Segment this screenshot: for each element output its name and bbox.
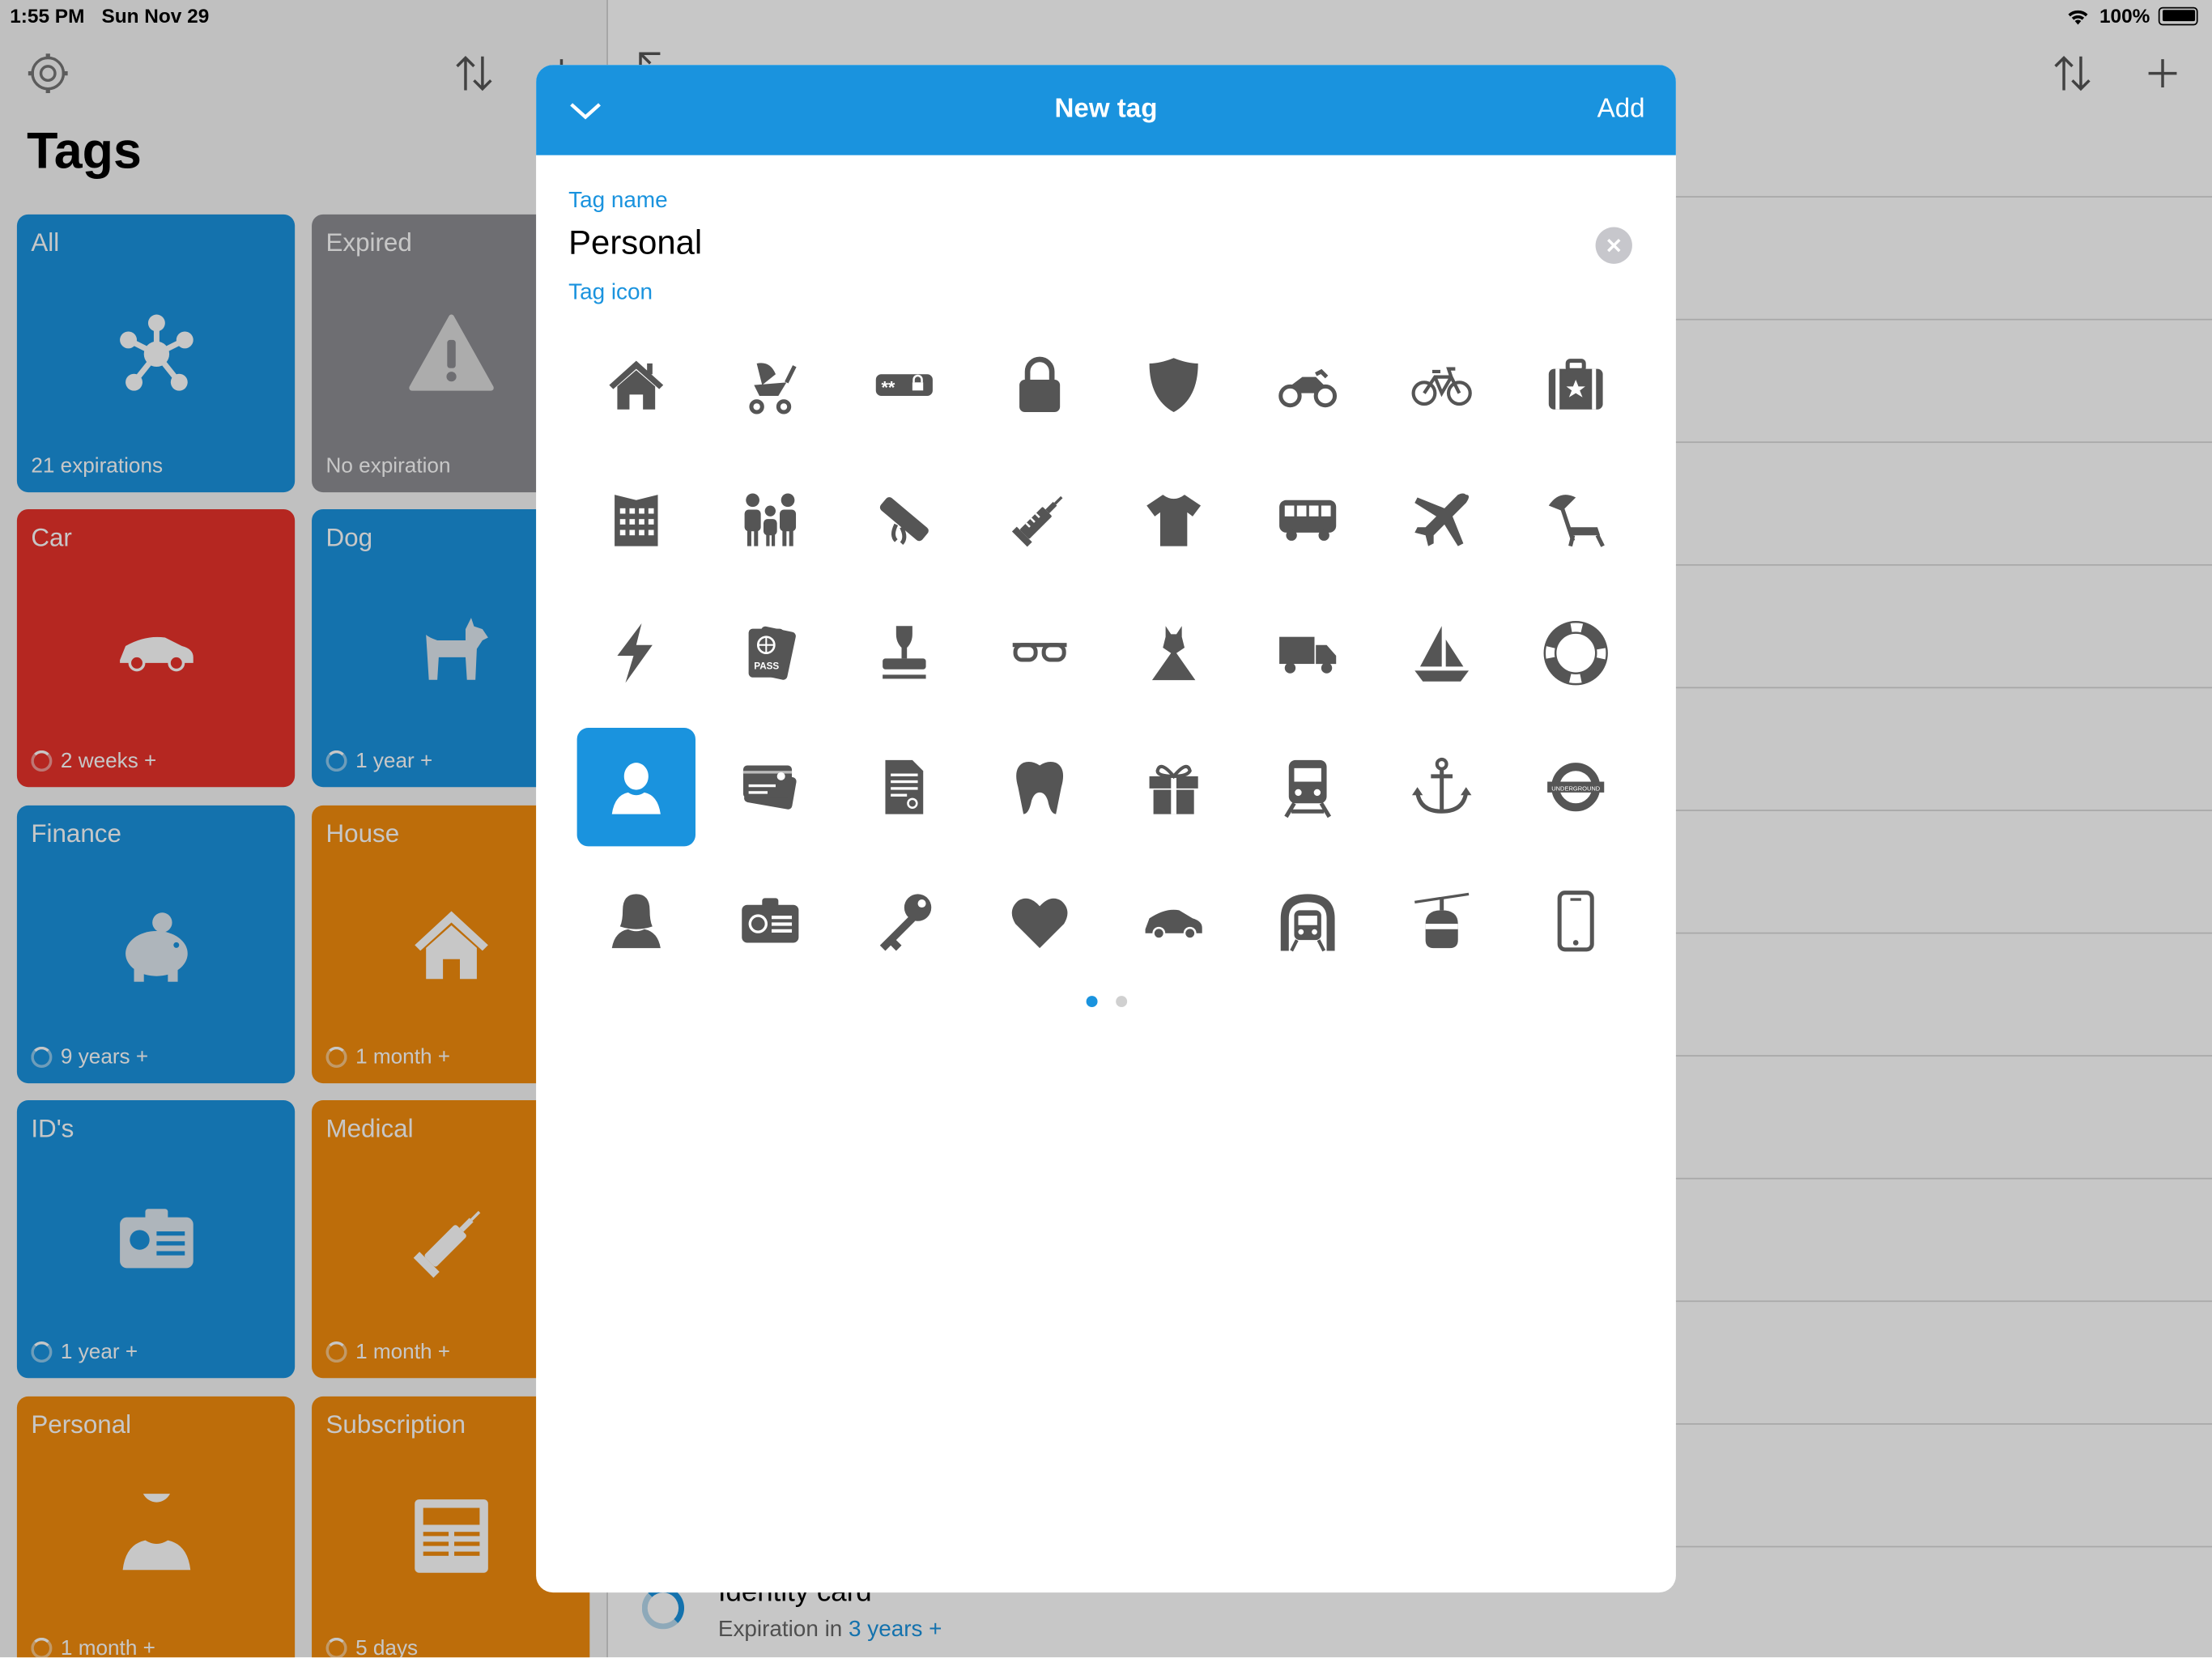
cable-car-icon — [1414, 892, 1470, 949]
icon-option-lifebuoy[interactable] — [1517, 594, 1636, 712]
page-indicator — [536, 996, 1676, 1008]
airplane-icon — [1414, 493, 1470, 546]
document-icon — [886, 759, 924, 814]
icon-option-key[interactable] — [845, 862, 963, 980]
icon-option-family[interactable] — [711, 460, 829, 578]
family-icon — [744, 493, 797, 546]
icon-option-truck[interactable] — [1249, 594, 1367, 712]
icon-option-metro[interactable] — [1249, 862, 1367, 980]
anchor-icon — [1412, 757, 1472, 814]
icon-option-lock[interactable] — [980, 325, 1098, 444]
lightning-icon — [617, 623, 653, 683]
truck-icon — [1279, 636, 1337, 674]
icon-option-stroller[interactable] — [711, 325, 829, 444]
icon-option-house[interactable] — [577, 325, 696, 444]
icon-option-person[interactable] — [576, 728, 696, 847]
stroller-icon — [749, 363, 797, 414]
tag-name-label: Tag name — [568, 189, 668, 214]
icon-option-shield[interactable] — [1114, 325, 1232, 444]
car-icon — [1145, 909, 1202, 940]
clear-button[interactable] — [1595, 227, 1632, 264]
diploma-icon — [880, 497, 929, 546]
tag-name-input[interactable] — [568, 221, 1556, 267]
shield-icon — [1149, 358, 1198, 413]
syringe-icon — [1011, 495, 1062, 547]
lifebuoy-icon — [1544, 621, 1609, 686]
id-card-icon — [742, 898, 799, 943]
icon-option-heart[interactable] — [980, 862, 1098, 980]
svg-text:PASS: PASS — [755, 661, 780, 672]
page-dot-2[interactable] — [1115, 996, 1127, 1008]
icon-option-cable-car[interactable] — [1383, 862, 1501, 980]
train-icon — [1284, 759, 1332, 818]
icon-option-train[interactable] — [1249, 728, 1367, 846]
icon-option-lightning[interactable] — [577, 594, 696, 712]
icon-option-motorcycle[interactable] — [1249, 325, 1367, 444]
modal-title: New tag — [1054, 94, 1158, 125]
sailboat-icon — [1414, 626, 1470, 682]
icon-option-tshirt[interactable] — [1114, 460, 1232, 578]
icon-option-underground[interactable]: UNDERGROUND — [1517, 728, 1636, 846]
tag-icon-label: Tag icon — [568, 280, 653, 305]
lock-icon — [1019, 356, 1060, 413]
icon-option-syringe[interactable] — [980, 460, 1098, 578]
svg-text:UNDERGROUND: UNDERGROUND — [1552, 784, 1602, 792]
icon-option-dress[interactable] — [1114, 594, 1232, 712]
gift-icon — [1149, 764, 1198, 814]
passport-icon: PASS — [748, 626, 797, 680]
icon-option-id-card[interactable] — [711, 862, 829, 980]
icon-option-tooth[interactable] — [980, 728, 1098, 846]
suitcase-icon — [1549, 359, 1604, 410]
woman-icon — [611, 894, 661, 949]
icon-option-document[interactable] — [845, 728, 963, 846]
bicycle-icon — [1411, 367, 1473, 406]
icon-option-bicycle[interactable] — [1383, 325, 1501, 444]
bus-icon — [1279, 500, 1337, 541]
add-button[interactable]: Add — [1597, 95, 1645, 125]
modal-header: New tag Add — [536, 65, 1676, 155]
icon-option-passport[interactable]: PASS — [711, 594, 829, 712]
icon-option-password[interactable]: ** — [845, 325, 963, 444]
heart-icon — [1011, 898, 1067, 949]
underground-icon: UNDERGROUND — [1547, 763, 1605, 812]
tshirt-icon — [1146, 495, 1201, 546]
new-tag-modal: New tag Add Tag name Tag icon ** PASS UNDE… — [536, 65, 1676, 1593]
beach-chair-icon — [1549, 495, 1606, 547]
dress-icon — [1151, 626, 1195, 681]
house-icon — [609, 360, 664, 410]
icon-option-bus[interactable] — [1249, 460, 1367, 578]
person-icon — [611, 763, 661, 814]
icon-option-smartphone[interactable] — [1517, 862, 1636, 980]
icon-option-suitcase[interactable] — [1517, 325, 1636, 444]
icon-option-anchor[interactable] — [1383, 728, 1501, 846]
icon-option-stamp[interactable] — [845, 594, 963, 712]
building-icon — [615, 495, 658, 546]
credit-card-icon — [743, 765, 797, 810]
glasses-icon — [1012, 643, 1066, 662]
password-icon: ** — [876, 374, 934, 397]
icon-option-sailboat[interactable] — [1383, 594, 1501, 712]
icon-option-glasses[interactable] — [980, 594, 1098, 712]
icon-option-gift[interactable] — [1114, 728, 1232, 846]
icon-option-building[interactable] — [577, 460, 696, 578]
icon-option-airplane[interactable] — [1383, 460, 1501, 578]
motorcycle-icon — [1278, 368, 1338, 408]
icon-option-diploma[interactable] — [845, 460, 963, 578]
smartphone-icon — [1558, 891, 1595, 952]
icon-option-credit-card[interactable] — [711, 728, 829, 846]
icon-option-car[interactable] — [1114, 862, 1232, 980]
page-dot-1[interactable] — [1085, 996, 1097, 1008]
svg-text:**: ** — [882, 377, 895, 397]
tooth-icon — [1015, 762, 1063, 814]
close-icon — [1607, 238, 1621, 253]
metro-icon — [1280, 894, 1335, 952]
stamp-icon — [883, 626, 927, 679]
icon-option-beach-chair[interactable] — [1517, 460, 1636, 578]
key-icon — [880, 894, 932, 951]
icon-option-woman[interactable] — [577, 862, 696, 980]
